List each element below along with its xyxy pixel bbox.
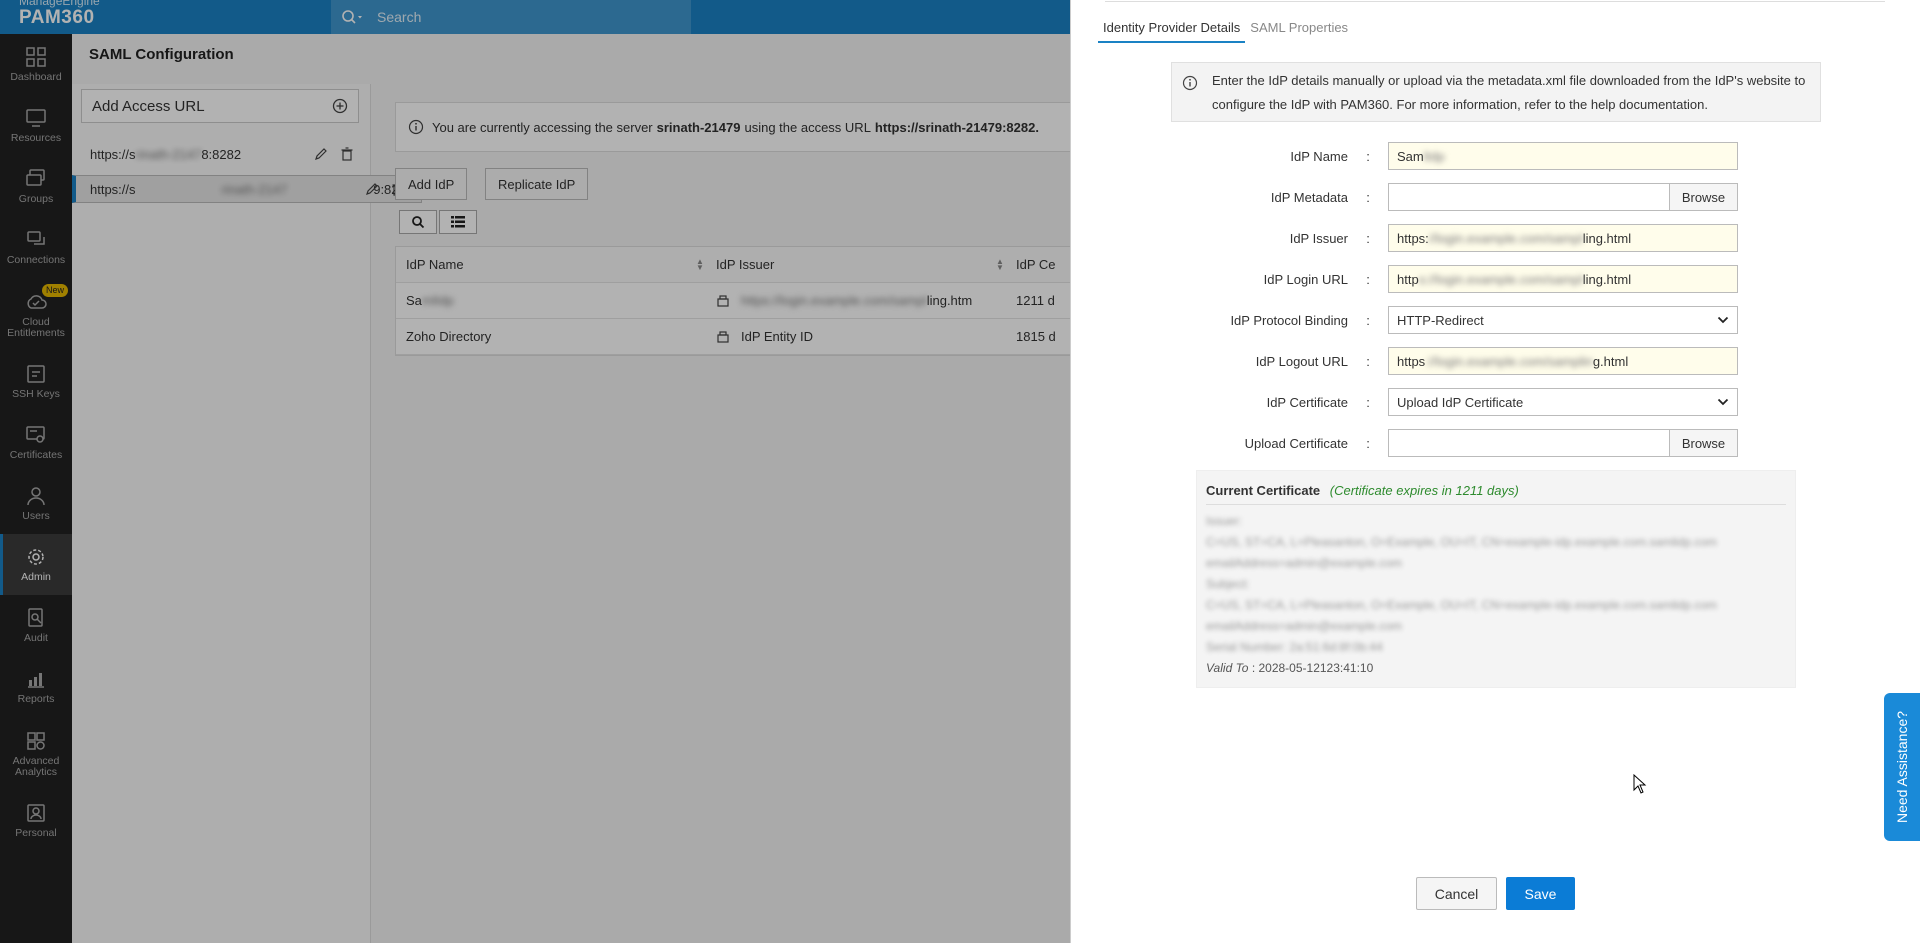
idp-metadata-row: IdP Metadata : Browse [1171, 183, 1821, 211]
idp-login-url-label: IdP Login URL [1263, 271, 1348, 287]
idp-protocol-binding-row: IdP Protocol Binding : HTTP-Redirect [1171, 306, 1821, 334]
modal-overlay[interactable] [0, 0, 1070, 943]
tab-identity-provider-details[interactable]: Identity Provider Details [1098, 20, 1246, 43]
idp-issuer-suffix: ling.html [1582, 230, 1632, 246]
current-certificate-title: Current Certificate [1206, 483, 1321, 498]
idp-name-label: IdP Name [1290, 148, 1348, 164]
idp-certificate-value: Upload IdP Certificate [1397, 394, 1524, 410]
idp-issuer-field[interactable]: https://login.example.com/sampl ling.html [1388, 224, 1738, 252]
idp-login-url-prefix: http [1397, 271, 1419, 287]
colon: : [1366, 271, 1370, 287]
tab-saml-properties[interactable]: SAML Properties [1245, 20, 1353, 43]
idp-name-field[interactable]: Sam lIdp [1388, 142, 1738, 170]
cert-line: C=US, ST=CA, L=Pleasanton, O=Example, OU… [1206, 535, 1717, 549]
cert-line: Issuer: [1206, 514, 1243, 528]
idp-name-hidden: lIdp [1423, 148, 1445, 164]
upload-certificate-file-name[interactable] [1389, 430, 1669, 456]
valid-to-label: Valid To [1206, 661, 1249, 675]
idp-certificate-select[interactable]: Upload IdP Certificate [1388, 388, 1738, 416]
idp-issuer-prefix: https: [1397, 230, 1429, 246]
need-assistance-button[interactable]: Need Assistance? [1884, 693, 1920, 841]
idp-login-url-row: IdP Login URL : http s://login.example.co… [1171, 265, 1821, 293]
chevron-down-icon [1717, 316, 1729, 324]
idp-logout-url-field[interactable]: https://login.example.com/samplin g.html [1388, 347, 1738, 375]
cert-line: emailAddress=admin@example.com [1206, 556, 1402, 570]
idp-help-note: Enter the IdP details manually or upload… [1171, 62, 1821, 122]
colon: : [1366, 353, 1370, 369]
idp-issuer-row: IdP Issuer : https://login.example.com/s… [1171, 224, 1821, 252]
idp-login-url-suffix: ling.html [1582, 271, 1632, 287]
chevron-down-icon [1717, 398, 1729, 406]
upload-certificate-file-input[interactable]: Browse [1388, 429, 1738, 457]
idp-certificate-row: IdP Certificate : Upload IdP Certificate [1171, 388, 1821, 416]
colon: : [1366, 148, 1370, 164]
idp-logout-url-row: IdP Logout URL : https://login.example.c… [1171, 347, 1821, 375]
certificate-expiry: (Certificate expires in 1211 days) [1329, 483, 1519, 498]
valid-to-value: : 2028-05-12123:41:10 [1248, 661, 1374, 675]
cert-line: emailAddress=admin@example.com [1206, 619, 1402, 633]
panel-tabs: Identity Provider Details SAML Propertie… [1098, 20, 1353, 43]
colon: : [1366, 312, 1370, 328]
idp-config-panel: Identity Provider Details SAML Propertie… [1070, 0, 1920, 943]
cert-line: Subject: [1206, 577, 1250, 591]
certificate-valid-to: Valid To : 2028-05-12123:41:10 [1206, 661, 1373, 675]
idp-protocol-binding-value: HTTP-Redirect [1397, 312, 1484, 328]
upload-certificate-row: Upload Certificate : Browse [1171, 429, 1821, 457]
colon: : [1366, 394, 1370, 410]
info-icon [1182, 75, 1198, 91]
upload-certificate-browse-button[interactable]: Browse [1669, 430, 1737, 456]
idp-metadata-file-input[interactable]: Browse [1388, 183, 1738, 211]
idp-logout-url-suffix: g.html [1592, 353, 1629, 369]
colon: : [1366, 230, 1370, 246]
idp-login-url-field[interactable]: http s://login.example.com/sampl ling.html [1388, 265, 1738, 293]
idp-protocol-binding-select[interactable]: HTTP-Redirect [1388, 306, 1738, 334]
save-button[interactable]: Save [1506, 877, 1575, 910]
need-assistance-label: Need Assistance? [1894, 710, 1911, 824]
cert-line: C=US, ST=CA, L=Pleasanton, O=Example, OU… [1206, 598, 1717, 612]
current-certificate-box: Current Certificate (Certificate expires… [1196, 470, 1796, 688]
idp-protocol-binding-label: IdP Protocol Binding [1230, 312, 1348, 328]
colon: : [1366, 435, 1370, 451]
idp-certificate-label: IdP Certificate [1266, 394, 1348, 410]
divider [1105, 0, 1885, 2]
idp-name-row: IdP Name : Sam lIdp [1171, 142, 1821, 170]
idp-logout-url-hidden: ://login.example.com/samplin [1425, 353, 1593, 369]
idp-metadata-browse-button[interactable]: Browse [1669, 184, 1737, 210]
idp-login-url-hidden: s://login.example.com/sampl [1418, 271, 1583, 287]
idp-logout-url-prefix: https [1397, 353, 1426, 369]
note-text: Enter the IdP details manually or upload… [1212, 73, 1806, 112]
colon: : [1366, 189, 1370, 205]
idp-metadata-label: IdP Metadata [1270, 189, 1348, 205]
cancel-button[interactable]: Cancel [1416, 877, 1497, 910]
upload-certificate-label: Upload Certificate [1244, 435, 1348, 451]
idp-issuer-hidden: //login.example.com/sampl [1428, 230, 1583, 246]
idp-name-value: Sam [1397, 148, 1424, 164]
cert-line: Serial Number: 2a:51:6d:8f:0b:44 [1206, 640, 1383, 654]
current-certificate-header: Current Certificate (Certificate expires… [1206, 483, 1786, 505]
idp-metadata-file-name[interactable] [1389, 184, 1669, 210]
idp-issuer-label: IdP Issuer [1289, 230, 1348, 246]
mouse-cursor-icon [1633, 774, 1647, 794]
idp-logout-url-label: IdP Logout URL [1255, 353, 1348, 369]
certificate-details: Issuer: C=US, ST=CA, L=Pleasanton, O=Exa… [1206, 511, 1786, 658]
